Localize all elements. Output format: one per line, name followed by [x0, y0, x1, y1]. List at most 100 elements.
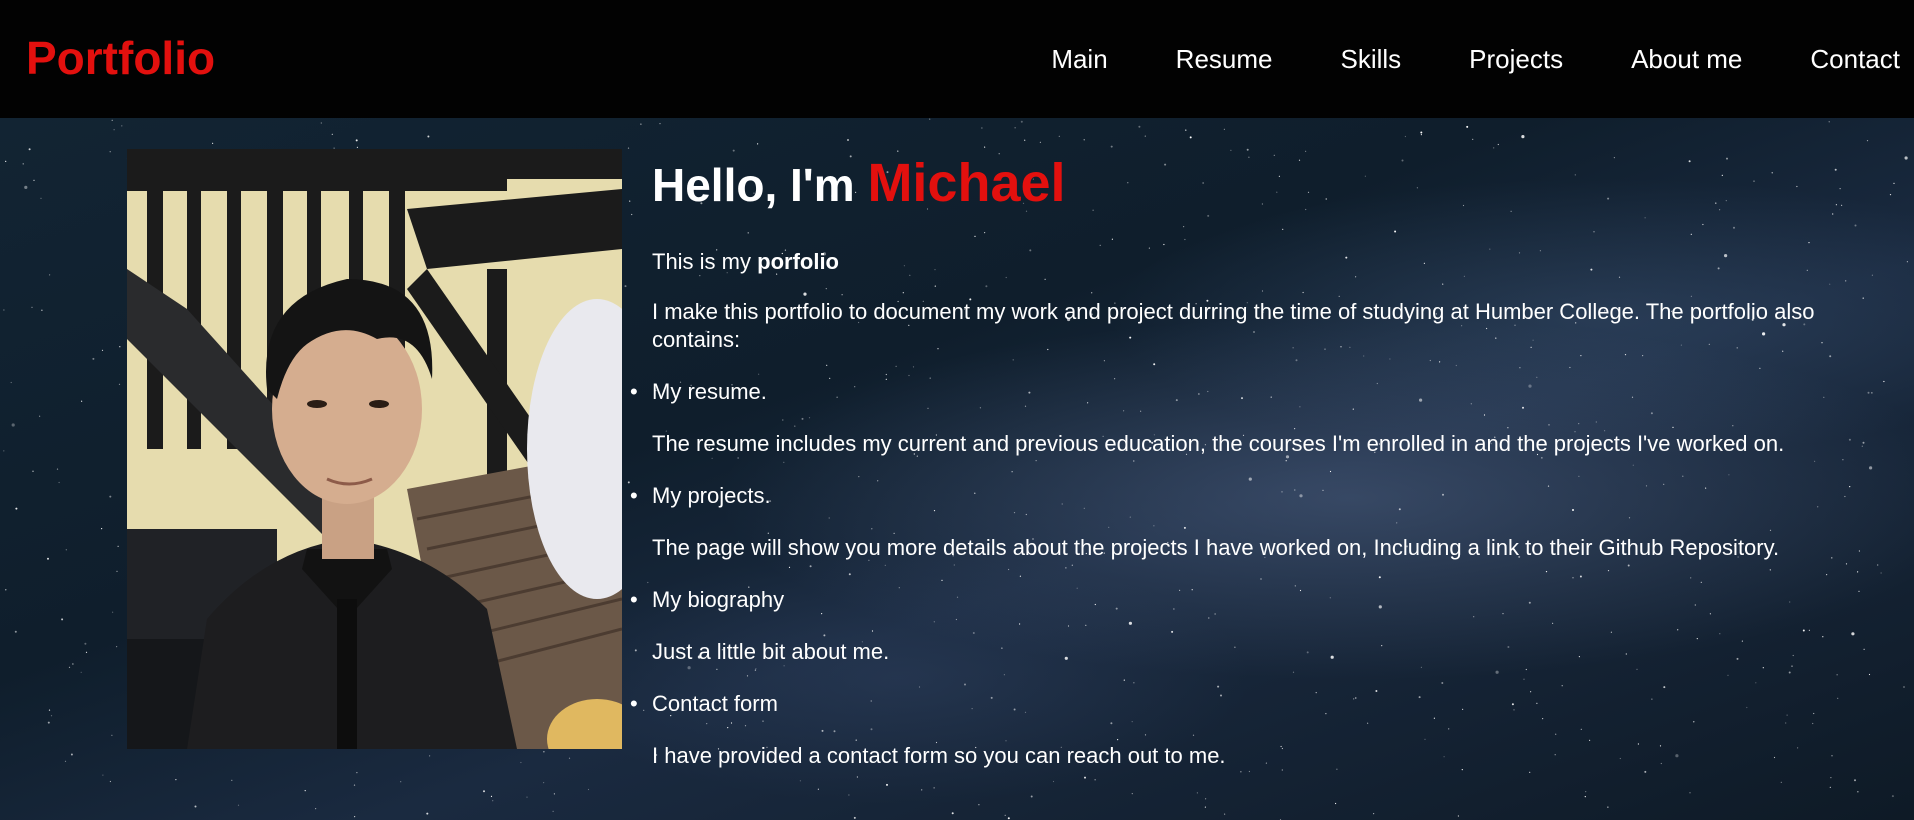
star [929, 118, 931, 120]
star [1724, 254, 1728, 258]
star [1248, 477, 1252, 481]
star [113, 129, 115, 131]
star [1806, 269, 1808, 271]
star [1814, 460, 1816, 462]
star [526, 796, 528, 798]
star [587, 788, 590, 791]
star [1295, 359, 1298, 362]
star [1831, 755, 1833, 757]
nav-main[interactable]: Main [1051, 40, 1107, 78]
star [56, 468, 59, 470]
star [964, 683, 966, 686]
star [1315, 692, 1317, 694]
star [730, 722, 733, 724]
star [1906, 261, 1908, 263]
star [1448, 728, 1450, 730]
star [1693, 721, 1695, 723]
star [979, 407, 982, 409]
nav-skills[interactable]: Skills [1341, 40, 1402, 78]
star [1299, 589, 1302, 592]
star [627, 147, 630, 149]
star [1455, 364, 1457, 367]
nav-resume[interactable]: Resume [1176, 40, 1273, 78]
star [1280, 745, 1282, 748]
star [543, 751, 545, 753]
star [955, 618, 958, 621]
star [727, 727, 729, 729]
star [1064, 656, 1068, 660]
bullet: • [630, 379, 638, 404]
star [1013, 512, 1016, 514]
bullet: • [630, 587, 638, 612]
star [1005, 276, 1007, 279]
star [1108, 526, 1110, 528]
star [483, 790, 485, 793]
star [1117, 739, 1119, 741]
star [1419, 398, 1423, 402]
star [1590, 268, 1593, 271]
star [552, 810, 554, 813]
star [1376, 382, 1378, 385]
star [1857, 791, 1859, 793]
star [1173, 608, 1175, 610]
logo-link[interactable]: Portfolio [26, 32, 215, 84]
star [1111, 238, 1113, 240]
star [1423, 262, 1425, 264]
star [825, 288, 827, 290]
star [1148, 247, 1150, 249]
star [1067, 625, 1070, 627]
star [1871, 392, 1873, 394]
star [14, 630, 17, 633]
star [1645, 485, 1648, 487]
star [1493, 147, 1495, 149]
star [61, 618, 64, 621]
star [1507, 427, 1509, 429]
star [1224, 813, 1226, 815]
nav-projects[interactable]: Projects [1469, 40, 1563, 78]
nav-about-me[interactable]: About me [1631, 40, 1742, 78]
star [1404, 135, 1406, 138]
star [1741, 640, 1743, 642]
star [1353, 698, 1355, 700]
star [1624, 354, 1627, 356]
star [1261, 290, 1264, 292]
star [1507, 646, 1510, 648]
star [1877, 564, 1879, 566]
star [1893, 182, 1895, 184]
star [1502, 613, 1504, 615]
nav-contact[interactable]: Contact [1810, 40, 1900, 78]
star [1035, 460, 1037, 462]
star [927, 407, 929, 409]
star [746, 675, 749, 677]
star [1220, 694, 1222, 697]
star [1845, 563, 1848, 565]
star [194, 805, 197, 808]
star [758, 373, 760, 375]
star [1019, 575, 1022, 577]
star [1282, 228, 1284, 230]
star [1736, 657, 1739, 660]
star [109, 151, 111, 153]
star [1191, 589, 1193, 591]
greeting-heading: Hello, I'm Michael [652, 150, 1892, 218]
star [1418, 696, 1421, 699]
star [1052, 780, 1055, 783]
star [634, 649, 637, 652]
star [1628, 517, 1631, 519]
star [1637, 743, 1639, 745]
star [841, 294, 843, 296]
star [934, 285, 936, 287]
star [929, 377, 931, 379]
star [22, 163, 24, 165]
star [643, 709, 645, 711]
star [568, 757, 571, 759]
star [1094, 779, 1096, 781]
star [80, 671, 82, 673]
star [24, 185, 28, 189]
star [10, 381, 12, 384]
star [884, 564, 886, 566]
star [1627, 564, 1630, 567]
star [1572, 577, 1574, 579]
star [304, 790, 306, 792]
star [109, 495, 112, 498]
